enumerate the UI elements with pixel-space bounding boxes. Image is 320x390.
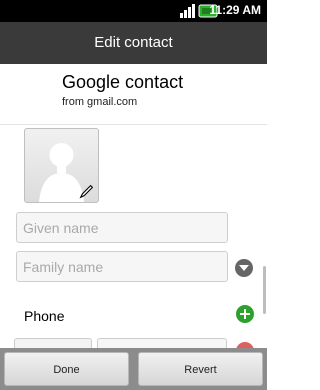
- add-icon[interactable]: [236, 305, 254, 323]
- done-button[interactable]: Done: [4, 352, 129, 386]
- phone-label: Phone: [24, 308, 65, 324]
- bottom-actions: Done Revert: [0, 348, 267, 390]
- account-subtitle: from gmail.com: [62, 96, 138, 108]
- edit-pencil-icon: [79, 184, 94, 199]
- title-bar: Edit contact: [0, 22, 267, 64]
- chevron-down-icon[interactable]: [235, 259, 253, 277]
- account-header: 8 Google contact from gmail.com: [0, 64, 267, 176]
- revert-button[interactable]: Revert: [138, 352, 263, 386]
- given-name-input[interactable]: [17, 213, 227, 242]
- contact-photo[interactable]: [24, 128, 99, 203]
- account-title: Google contact: [62, 72, 184, 92]
- family-name-input[interactable]: [17, 252, 227, 281]
- given-name-field[interactable]: [16, 212, 228, 243]
- status-bar: 11:29 AM: [0, 0, 267, 22]
- status-time: 11:29 AM: [209, 3, 261, 17]
- page-title: Edit contact: [94, 34, 173, 51]
- scrollbar[interactable]: [263, 266, 266, 314]
- edit-form: Phone: [0, 125, 267, 355]
- family-name-field[interactable]: [16, 251, 228, 282]
- signal-icon: [180, 4, 195, 18]
